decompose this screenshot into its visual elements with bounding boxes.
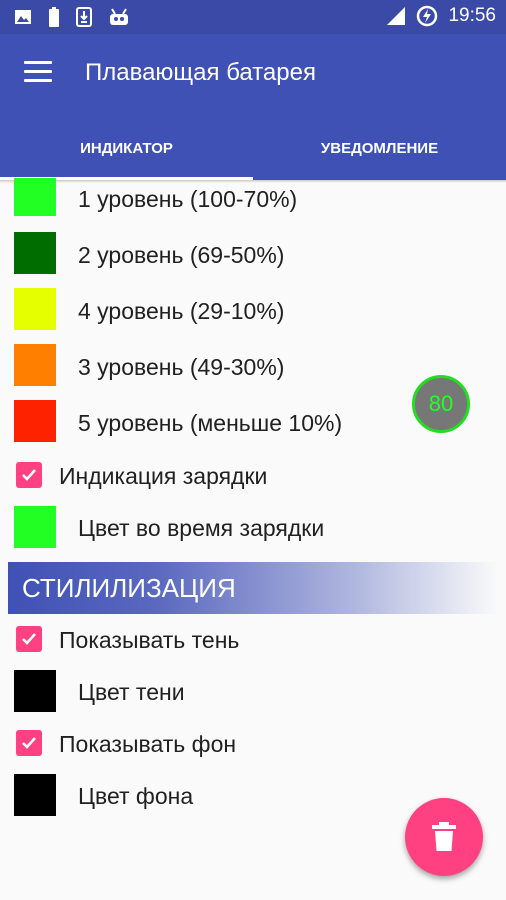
level-1-label[interactable]: 1 уровень (100-70%)	[78, 186, 297, 213]
status-bar-notifications	[14, 7, 130, 27]
level-2-label[interactable]: 2 уровень (69-50%)	[78, 242, 284, 269]
status-bar-system: 19:56	[386, 5, 496, 27]
show-shadow-checkbox[interactable]	[16, 626, 42, 652]
shadow-color-label[interactable]: Цвет тени	[78, 679, 185, 706]
charging-color-swatch[interactable]	[14, 506, 56, 548]
image-icon	[15, 10, 31, 24]
app-bar: Плавающая батарея	[0, 34, 506, 116]
level-1-color-swatch[interactable]	[14, 178, 56, 216]
download-icon	[76, 7, 92, 27]
signal-icon	[387, 7, 406, 25]
charging-indication-checkbox[interactable]	[16, 462, 42, 488]
level-4-color-swatch[interactable]	[14, 288, 56, 330]
trash-icon	[432, 822, 456, 851]
app-title: Плавающая батарея	[85, 59, 316, 86]
android-icon	[110, 8, 128, 25]
background-color-swatch[interactable]	[14, 774, 56, 816]
battery-percent-value: 80	[428, 391, 454, 416]
level-3-color-swatch[interactable]	[14, 344, 56, 386]
check-icon	[22, 633, 36, 645]
charging-indication-label[interactable]: Индикация зарядки	[59, 463, 267, 490]
floating-battery-indicator[interactable]: 80	[412, 375, 470, 433]
tab-indicator[interactable]: ИНДИКАТОР	[0, 116, 253, 180]
show-shadow-label[interactable]: Показывать тень	[59, 627, 239, 654]
battery-charging-icon	[417, 5, 438, 27]
status-time: 19:56	[448, 5, 496, 26]
check-icon	[22, 469, 36, 481]
level-5-label[interactable]: 5 уровень (меньше 10%)	[78, 410, 342, 437]
level-2-color-swatch[interactable]	[14, 232, 56, 274]
section-header-stylization: СТИЛИЛИЗАЦИЯ	[8, 562, 498, 614]
status-bar: 19:56	[0, 0, 506, 34]
tab-bar-shadow	[0, 180, 506, 183]
delete-fab-button[interactable]	[405, 798, 483, 876]
tab-notification[interactable]: УВЕДОМЛЕНИЕ	[253, 116, 506, 180]
shadow-color-swatch[interactable]	[14, 670, 56, 712]
tab-bar: ИНДИКАТОР УВЕДОМЛЕНИЕ	[0, 116, 506, 180]
show-background-checkbox[interactable]	[16, 730, 42, 756]
background-color-label[interactable]: Цвет фона	[78, 783, 193, 810]
hamburger-menu-icon[interactable]	[24, 61, 52, 87]
charging-color-label[interactable]: Цвет во время зарядки	[78, 515, 324, 542]
section-title: СТИЛИЛИЗАЦИЯ	[22, 572, 236, 603]
level-4-label[interactable]: 4 уровень (29-10%)	[78, 298, 284, 325]
level-5-color-swatch[interactable]	[14, 400, 56, 442]
level-3-label[interactable]: 3 уровень (49-30%)	[78, 354, 284, 381]
show-background-label[interactable]: Показывать фон	[59, 731, 236, 758]
battery-full-icon	[49, 7, 59, 27]
check-icon	[22, 737, 36, 749]
